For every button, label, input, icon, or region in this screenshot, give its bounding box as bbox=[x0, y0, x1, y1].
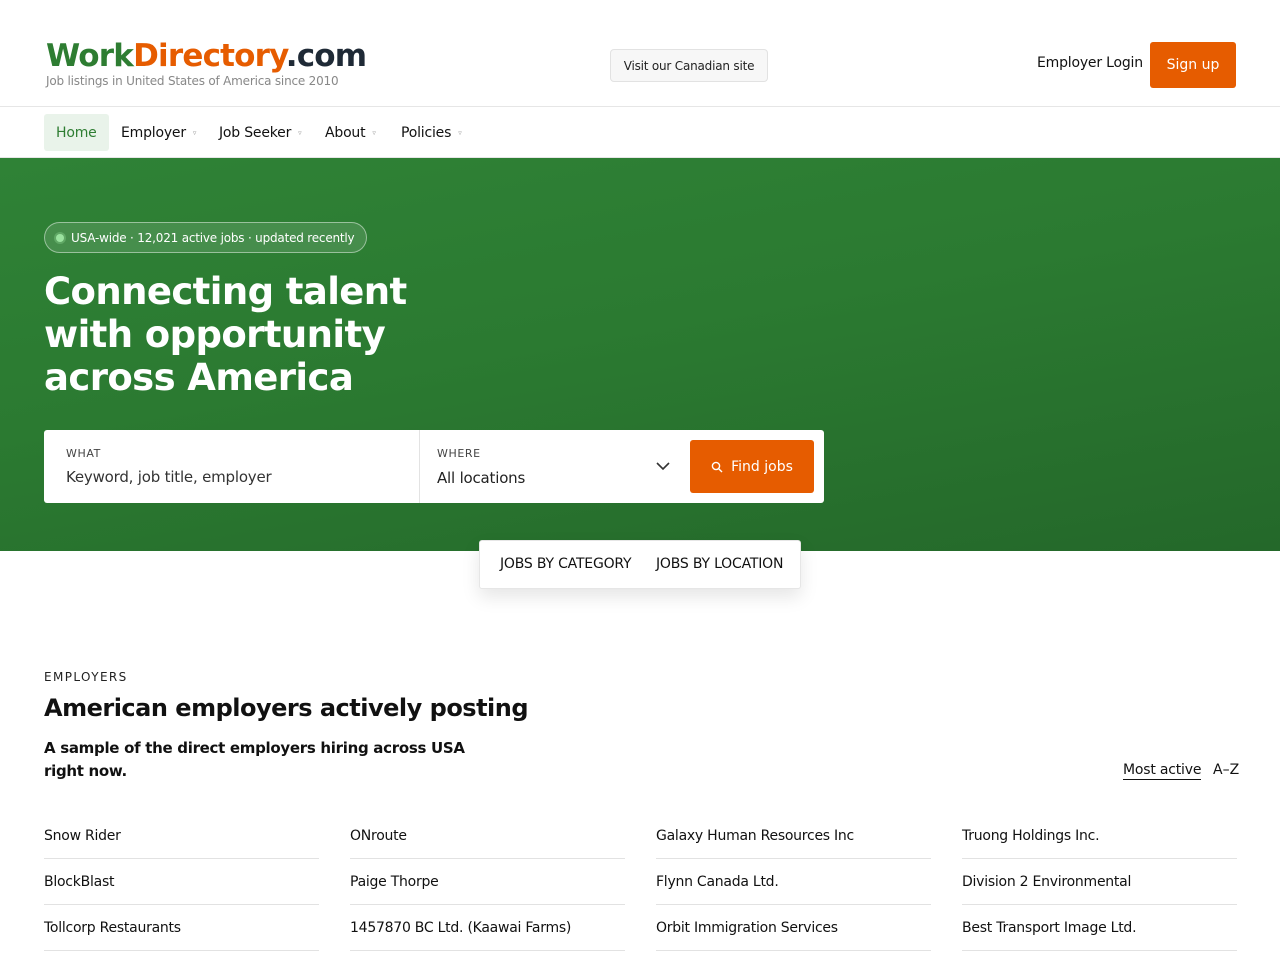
tab-jobs-by-category[interactable]: JOBS BY CATEGORY bbox=[500, 556, 632, 572]
logo-com: .com bbox=[285, 38, 367, 74]
signup-button[interactable]: Sign up bbox=[1150, 42, 1236, 88]
tab-jobs-by-location[interactable]: JOBS BY LOCATION bbox=[656, 556, 783, 572]
employer-column: Truong Holdings Inc. Division 2 Environm… bbox=[962, 813, 1237, 951]
caret-icon: ▿ bbox=[372, 128, 376, 137]
employer-link[interactable]: Best Transport Image Ltd. bbox=[962, 905, 1237, 951]
nav-item-policies[interactable]: Policies ▿ bbox=[401, 114, 462, 151]
employer-login-link[interactable]: Employer Login bbox=[1037, 55, 1143, 71]
nav-item-label: Policies bbox=[401, 124, 452, 141]
where-label: WHERE bbox=[437, 447, 481, 460]
what-field: WHAT bbox=[44, 430, 420, 503]
find-jobs-button[interactable]: Find jobs bbox=[690, 440, 814, 493]
hero-section: USA-wide · 12,021 active jobs · updated … bbox=[0, 158, 1280, 551]
employer-link[interactable]: Snow Rider bbox=[44, 813, 319, 859]
employer-column: Galaxy Human Resources Inc Flynn Canada … bbox=[656, 813, 931, 951]
chevron-down-icon bbox=[656, 462, 670, 471]
nav-item-label: Employer bbox=[121, 124, 186, 141]
search-icon bbox=[711, 461, 723, 472]
employer-link[interactable]: Truong Holdings Inc. bbox=[962, 813, 1237, 859]
active-jobs-badge: USA-wide · 12,021 active jobs · updated … bbox=[44, 222, 368, 253]
sort-a-z[interactable]: A–Z bbox=[1213, 762, 1239, 779]
caret-icon: ▿ bbox=[298, 128, 302, 137]
job-search-form: WHAT WHERE All locations Find jobs bbox=[44, 430, 824, 503]
employer-link[interactable]: Paige Thorpe bbox=[350, 859, 625, 905]
section-subtitle: A sample of the direct employers hiring … bbox=[44, 739, 465, 780]
caret-icon: ▿ bbox=[458, 128, 462, 137]
nav-item-job-seeker[interactable]: Job Seeker ▿ bbox=[219, 114, 302, 151]
find-jobs-label: Find jobs bbox=[731, 458, 793, 475]
employer-link[interactable]: 1457870 BC Ltd. (Kaawai Farms) bbox=[350, 905, 625, 951]
site-logo[interactable]: WorkDirectory.com Job listings in United… bbox=[46, 38, 367, 88]
browse-tabs: JOBS BY CATEGORY JOBS BY LOCATION bbox=[479, 540, 801, 589]
section-title: American employers actively posting bbox=[44, 694, 529, 722]
employer-link[interactable]: Tollcorp Restaurants bbox=[44, 905, 319, 951]
employer-link[interactable]: BlockBlast bbox=[44, 859, 319, 905]
main-nav: Home Employer ▿ Job Seeker ▿ About ▿ Polici… bbox=[0, 108, 1280, 158]
canadian-site-button[interactable]: Visit our Canadian site bbox=[610, 49, 768, 82]
keyword-input[interactable] bbox=[66, 468, 396, 486]
where-value: All locations bbox=[437, 469, 526, 487]
logo-wordmark: WorkDirectory.com bbox=[46, 38, 367, 74]
employer-link[interactable]: Orbit Immigration Services bbox=[656, 905, 931, 951]
status-dot-icon bbox=[56, 234, 64, 242]
nav-item-label: Job Seeker bbox=[219, 124, 292, 141]
employer-link[interactable]: ONroute bbox=[350, 813, 625, 859]
nav-item-label: About bbox=[325, 124, 366, 141]
employer-link[interactable]: Division 2 Environmental bbox=[962, 859, 1237, 905]
where-select[interactable]: WHERE All locations bbox=[421, 430, 676, 503]
logo-tagline: Job listings in United States of America… bbox=[46, 74, 339, 88]
nav-item-about[interactable]: About ▿ bbox=[325, 114, 376, 151]
logo-directory: Directory bbox=[133, 38, 286, 74]
section-eyebrow: EMPLOYERS bbox=[44, 670, 128, 684]
employer-column: ONroute Paige Thorpe 1457870 BC Ltd. (Ka… bbox=[350, 813, 625, 951]
site-header: WorkDirectory.com Job listings in United… bbox=[0, 0, 1280, 107]
employer-link[interactable]: Galaxy Human Resources Inc bbox=[656, 813, 931, 859]
active-jobs-text: USA-wide · 12,021 active jobs · updated … bbox=[71, 230, 355, 245]
caret-icon: ▿ bbox=[192, 128, 197, 137]
sort-most-active[interactable]: Most active bbox=[1123, 762, 1201, 780]
employer-link[interactable]: Flynn Canada Ltd. bbox=[656, 859, 931, 905]
employer-column: Snow Rider BlockBlast Tollcorp Restauran… bbox=[44, 813, 319, 951]
hero-title: Connecting talent with opportunity acros… bbox=[44, 270, 407, 399]
nav-item-label: Home bbox=[56, 124, 97, 141]
nav-item-employer[interactable]: Employer ▿ bbox=[121, 114, 196, 151]
nav-item-home[interactable]: Home bbox=[44, 114, 109, 151]
logo-work: Work bbox=[46, 38, 134, 74]
what-label: WHAT bbox=[66, 447, 101, 460]
